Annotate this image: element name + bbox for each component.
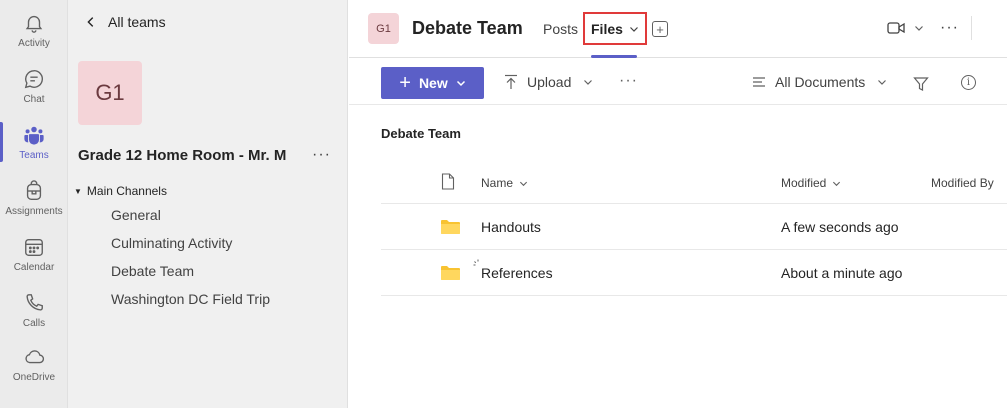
file-type-icon [441, 173, 455, 190]
team-more-options-button[interactable]: ··· [312, 146, 331, 164]
phone-icon [26, 293, 43, 311]
channel-general[interactable]: General [111, 207, 161, 223]
team-avatar[interactable]: G1 [78, 61, 142, 125]
calendar-icon [25, 238, 43, 256]
chat-icon [24, 69, 43, 88]
channel-washington-dc-field-trip[interactable]: Washington DC Field Trip [111, 291, 270, 307]
rail-item-onedrive[interactable]: OneDrive [0, 336, 68, 392]
rail-item-label: Assignments [5, 205, 63, 217]
view-label: All Documents [775, 74, 866, 90]
folder-icon [441, 266, 460, 280]
rail-item-label: Calendar [13, 261, 55, 273]
breadcrumb[interactable]: Debate Team [381, 126, 461, 141]
rail-item-label: Activity [18, 37, 50, 49]
chevron-down-icon [629, 26, 638, 32]
add-tab-button[interactable]: + [652, 21, 668, 37]
file-modified: About a minute ago [781, 265, 903, 281]
rail-item-label: Teams [19, 149, 49, 161]
channel-debate-team[interactable]: Debate Team [111, 263, 194, 279]
column-label: Name [481, 176, 514, 190]
channel-avatar: G1 [368, 13, 399, 44]
column-header-modified-by[interactable]: Modified By [931, 176, 994, 190]
chevron-down-icon [456, 80, 465, 87]
rail-item-label: Calls [22, 317, 46, 329]
backpack-icon [26, 179, 42, 200]
new-button-label: New [418, 75, 448, 91]
filter-icon[interactable] [913, 76, 929, 92]
column-header-modified[interactable]: Modified [781, 176, 841, 190]
file-name[interactable]: References [481, 265, 553, 281]
rail-item-teams[interactable]: Teams [0, 114, 68, 170]
tab-files-label: Files [591, 20, 623, 37]
rail-item-label: OneDrive [12, 371, 56, 383]
list-view-icon [753, 77, 765, 87]
chevron-down-icon [878, 80, 887, 85]
column-label: Modified By [931, 176, 994, 190]
file-modified: A few seconds ago [781, 219, 899, 235]
toolbar-more-button[interactable]: ··· [619, 72, 638, 90]
new-button[interactable]: + New [381, 67, 484, 99]
rail-item-chat[interactable]: Chat [0, 58, 68, 114]
rail-item-activity[interactable]: Activity [0, 2, 68, 58]
plus-icon: + [399, 72, 411, 94]
main-area: G1 Debate Team Posts Files + ··· + New U… [349, 0, 1007, 408]
rail-item-calls[interactable]: Calls [0, 282, 68, 338]
rail-item-label: Chat [23, 93, 45, 105]
chevron-down-icon [519, 181, 528, 186]
header-divider [971, 16, 972, 40]
header-more-options-button[interactable]: ··· [940, 19, 959, 37]
all-teams-back-link[interactable]: All teams [84, 14, 166, 30]
channel-title: Debate Team [412, 18, 523, 38]
channel-culminating-activity[interactable]: Culminating Activity [111, 235, 232, 251]
channel-header: G1 Debate Team Posts Files + ··· [349, 0, 1007, 58]
bell-icon [25, 15, 43, 33]
channels-section-header[interactable]: ▼ Main Channels [74, 184, 167, 198]
upload-button[interactable]: Upload [504, 74, 593, 90]
table-row[interactable]: References About a minute ago [381, 250, 1007, 296]
team-name: Grade 12 Home Room - Mr. M [78, 147, 287, 164]
team-panel: All teams G1 Grade 12 Home Room - Mr. M … [68, 0, 348, 408]
row-divider [381, 295, 1007, 296]
chevron-down-icon [915, 26, 923, 31]
info-icon[interactable]: i [961, 75, 976, 90]
back-label: All teams [108, 14, 166, 30]
chevron-left-icon [87, 17, 94, 27]
upload-label: Upload [527, 74, 572, 90]
rail-item-calendar[interactable]: Calendar [0, 226, 68, 282]
upload-icon [505, 74, 517, 89]
files-toolbar: + New Upload ··· All Documents i [349, 59, 1007, 105]
caret-down-icon: ▼ [74, 186, 82, 196]
column-header-name[interactable]: Name [481, 176, 528, 190]
view-selector[interactable]: All Documents [752, 74, 887, 90]
tab-posts[interactable]: Posts [543, 21, 578, 37]
cloud-icon [25, 349, 45, 363]
chevron-down-icon [584, 80, 593, 85]
table-row[interactable]: Handouts A few seconds ago [381, 204, 1007, 250]
folder-icon [441, 220, 460, 234]
section-label: Main Channels [86, 184, 167, 198]
app-rail: Activity Chat Teams Assignments Calendar… [0, 0, 68, 408]
active-tab-indicator [591, 55, 637, 58]
column-label: Modified [781, 176, 827, 190]
chevron-down-icon [833, 181, 841, 186]
file-name[interactable]: Handouts [481, 219, 541, 235]
meet-button[interactable] [887, 21, 924, 35]
tab-files[interactable]: Files [583, 12, 647, 45]
video-camera-icon [887, 22, 905, 34]
teams-icon [24, 126, 44, 145]
rail-item-assignments[interactable]: Assignments [0, 170, 68, 226]
